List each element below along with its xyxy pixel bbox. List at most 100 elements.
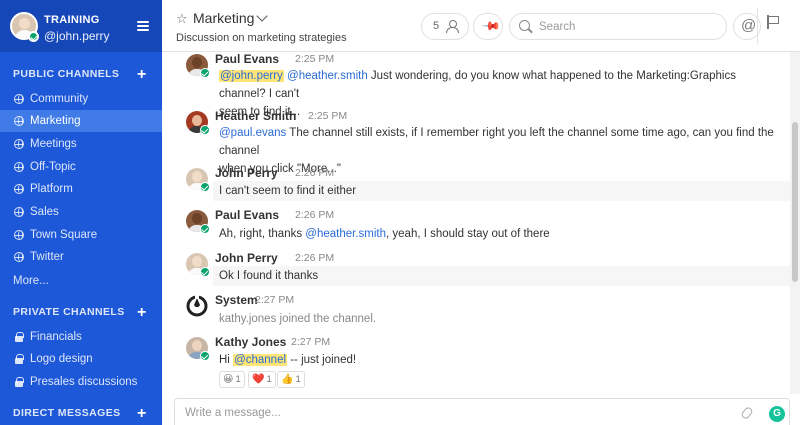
online-status-icon: [200, 68, 210, 78]
globe-icon: [14, 116, 24, 126]
current-username: @john.perry: [44, 29, 110, 43]
post-time[interactable]: 2:26 PM: [295, 167, 334, 179]
globe-icon: [14, 230, 24, 240]
user-icon: [446, 20, 459, 33]
avatar[interactable]: [186, 54, 210, 78]
post-list-scrollbar[interactable]: [790, 52, 800, 394]
reaction-smile[interactable]: 😀 1: [219, 371, 245, 388]
mention-link[interactable]: @heather.smith: [305, 228, 386, 240]
post-time[interactable]: 2:25 PM: [295, 53, 334, 65]
search-input[interactable]: [539, 18, 719, 35]
post-username[interactable]: Paul Evans: [215, 208, 279, 222]
sidebar-item-logo-design[interactable]: Logo design: [0, 348, 162, 370]
post-username[interactable]: System: [215, 293, 258, 307]
sidebar-item-twitter[interactable]: Twitter: [0, 246, 162, 268]
mention-link[interactable]: @john.perry: [219, 70, 284, 82]
online-status-icon: [28, 31, 39, 42]
mention-link[interactable]: @channel: [233, 354, 288, 366]
member-count: 5: [433, 20, 440, 32]
post-message: Ah, right, thanks @heather.smith, yeah, …: [219, 228, 550, 240]
globe-icon: [14, 162, 24, 172]
post-message: kathy.jones joined the channel.: [219, 313, 377, 325]
system-avatar: [186, 295, 208, 317]
sidebar-item-presales-discussions[interactable]: Presales discussions: [0, 371, 162, 393]
paperclip-icon[interactable]: [740, 405, 754, 421]
avatar[interactable]: [186, 168, 210, 192]
search-box[interactable]: [509, 13, 727, 40]
scrollbar-thumb[interactable]: [792, 122, 798, 282]
avatar[interactable]: [186, 111, 210, 135]
grammarly-icon[interactable]: G: [769, 406, 785, 422]
sidebar-item-sales[interactable]: Sales: [0, 201, 162, 223]
search-icon: [519, 20, 530, 31]
mention-link[interactable]: @paul.evans: [219, 127, 286, 139]
post-message: Ok I found it thanks: [219, 270, 319, 282]
post-username[interactable]: John Perry: [215, 251, 278, 265]
sidebar-item-platform[interactable]: Platform: [0, 178, 162, 200]
private-channels-title: PRIVATE CHANNELS: [13, 306, 125, 318]
public-channels-title: PUBLIC CHANNELS: [13, 68, 120, 80]
at-mention-icon: @: [741, 17, 757, 34]
post-message: @john.perry @heather.smith Just wonderin…: [219, 70, 736, 118]
avatar[interactable]: [186, 337, 210, 361]
post-username[interactable]: Kathy Jones: [215, 335, 286, 349]
sidebar-item-off-topic[interactable]: Off-Topic: [0, 156, 162, 178]
avatar[interactable]: [186, 253, 210, 277]
online-status-icon: [200, 125, 210, 135]
direct-messages-title: DIRECT MESSAGES: [13, 407, 121, 419]
post-list: Paul Evans 2:25 PM @john.perry @heather.…: [162, 52, 790, 394]
flag-icon[interactable]: [767, 15, 779, 29]
sidebar-item-community[interactable]: Community: [0, 88, 162, 110]
member-list-button[interactable]: 5: [421, 13, 469, 40]
add-direct-message-button[interactable]: +: [137, 406, 146, 422]
globe-icon: [14, 184, 24, 194]
post-time[interactable]: 2:26 PM: [295, 209, 334, 221]
online-status-icon: [200, 224, 210, 234]
sidebar-item-financials[interactable]: Financials: [0, 326, 162, 348]
globe-icon: [14, 139, 24, 149]
post-time[interactable]: 2:27 PM: [291, 336, 330, 348]
add-public-channel-button[interactable]: +: [137, 67, 146, 83]
pinned-posts-button[interactable]: 📌: [473, 13, 503, 40]
favorite-star-icon[interactable]: ☆: [176, 11, 188, 27]
main-menu-icon[interactable]: [137, 21, 149, 31]
post-username[interactable]: John Perry: [215, 166, 278, 180]
reaction-heart[interactable]: ❤️ 1: [248, 371, 276, 388]
team-header[interactable]: TRAINING @john.perry: [0, 0, 162, 52]
reaction-thumbsup[interactable]: 👍 1: [277, 371, 305, 388]
globe-icon: [14, 94, 24, 104]
reaction-list: 😀 1 ❤️ 1 👍 1: [219, 371, 319, 389]
online-status-icon: [200, 351, 210, 361]
message-input[interactable]: [185, 405, 725, 421]
post-time[interactable]: 2:27 PM: [255, 294, 294, 306]
sidebar-item-town-square[interactable]: Town Square: [0, 224, 162, 246]
sidebar-item-marketing[interactable]: Marketing: [0, 110, 162, 132]
add-private-channel-button[interactable]: +: [137, 305, 146, 321]
post-time[interactable]: 2:25 PM: [308, 110, 347, 122]
sidebar-item-meetings[interactable]: Meetings: [0, 133, 162, 155]
online-status-icon: [200, 267, 210, 277]
pin-icon: 📌: [481, 15, 502, 37]
more-channels-link[interactable]: More...: [13, 275, 49, 287]
mattermost-logo-icon: [186, 295, 208, 317]
sidebar: TRAINING @john.perry PUBLIC CHANNELS + C…: [0, 0, 162, 425]
lock-icon: [14, 354, 24, 364]
message-composer[interactable]: G: [174, 398, 790, 425]
post-username[interactable]: Heather Smith: [215, 109, 296, 123]
post-message: Hi @channel -- just joined!: [219, 354, 357, 366]
post-username[interactable]: Paul Evans: [215, 52, 279, 66]
team-name: TRAINING: [44, 14, 100, 26]
globe-icon: [14, 252, 24, 262]
channel-name[interactable]: Marketing: [193, 10, 254, 26]
header-divider: [757, 8, 758, 44]
lock-icon: [14, 332, 24, 342]
chevron-down-icon[interactable]: [256, 10, 268, 22]
channel-purpose: Discussion on marketing strategies: [176, 32, 347, 44]
mention-link[interactable]: @heather.smith: [287, 70, 368, 82]
avatar[interactable]: [186, 210, 210, 234]
online-status-icon: [200, 182, 210, 192]
channel-header: ☆ Marketing Discussion on marketing stra…: [162, 0, 800, 52]
post-message: I can't seem to find it either: [219, 185, 357, 197]
lock-icon: [14, 377, 24, 387]
post-time[interactable]: 2:26 PM: [295, 252, 334, 264]
